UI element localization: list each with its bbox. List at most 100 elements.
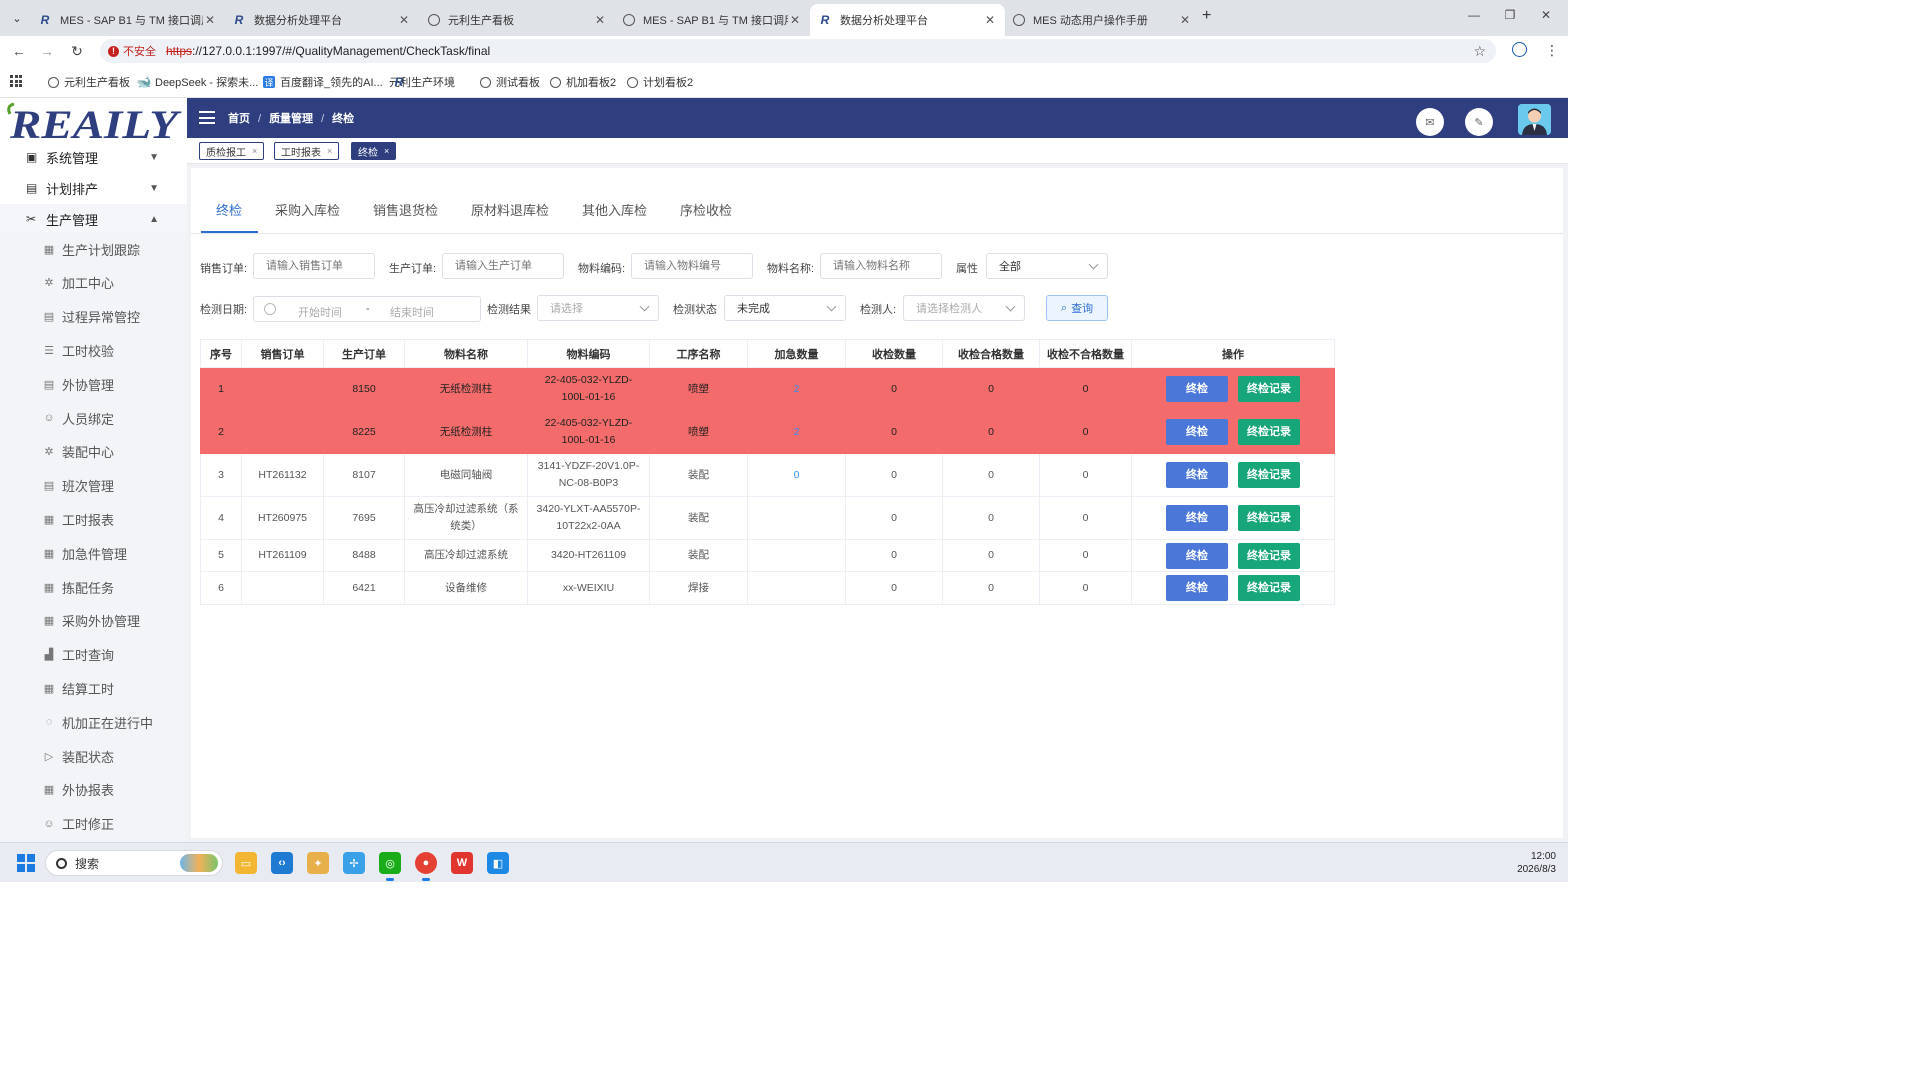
bookmark-item[interactable]: R 元利生产环境: [389, 74, 455, 90]
inspection-record-button[interactable]: 终检记录: [1238, 419, 1300, 445]
browser-tab[interactable]: R 数据分析处理平台 ✕: [224, 4, 419, 36]
sidebar-item[interactable]: ▦ 采购外协管理: [0, 603, 187, 638]
remote-tool-icon[interactable]: ◧: [487, 852, 509, 874]
security-indicator[interactable]: ! 不安全: [108, 43, 156, 59]
bookmark-item[interactable]: 测试看板: [480, 74, 540, 90]
attribute-select[interactable]: 全部: [986, 253, 1108, 279]
final-inspect-button[interactable]: 终检: [1166, 542, 1228, 569]
sidebar-item[interactable]: ◌ 机加正在进行中: [0, 705, 187, 740]
close-icon[interactable]: ×: [327, 146, 332, 156]
close-tab-icon[interactable]: ✕: [203, 13, 217, 27]
windows-start-icon[interactable]: [17, 854, 35, 872]
bookmark-item[interactable]: 机加看板2: [550, 74, 616, 90]
vscode-icon[interactable]: ‹›: [271, 852, 293, 874]
sales-order-input[interactable]: [253, 253, 375, 279]
wps-icon[interactable]: W: [451, 852, 473, 874]
sidebar-item[interactable]: ▦ 拣配任务: [0, 570, 187, 604]
taskbar-search[interactable]: 搜索: [45, 850, 223, 876]
final-inspect-button[interactable]: 终检: [1166, 419, 1228, 445]
minimize-icon[interactable]: —: [1464, 8, 1484, 22]
sidebar-item[interactable]: ▦ 加急件管理: [0, 536, 187, 571]
final-inspect-button[interactable]: 终检: [1166, 575, 1228, 601]
edit-icon[interactable]: ✎: [1465, 108, 1493, 136]
material-code-input[interactable]: [631, 253, 753, 279]
mail-icon[interactable]: ✉: [1416, 108, 1444, 136]
close-tab-icon[interactable]: ✕: [788, 13, 802, 27]
sidebar-item[interactable]: ▷ 装配状态: [0, 739, 187, 773]
back-icon[interactable]: ←: [10, 42, 28, 60]
browser-tab[interactable]: R MES - SAP B1 与 TM 接口调用 ✕: [30, 4, 225, 36]
wechat-icon[interactable]: ◎: [379, 852, 401, 881]
close-tab-icon[interactable]: ✕: [593, 13, 607, 27]
hamburger-menu-icon[interactable]: [199, 111, 215, 124]
inspection-record-button[interactable]: 终检记录: [1238, 542, 1300, 569]
breadcrumb-home[interactable]: 首页: [228, 113, 250, 125]
urgent-qty-link[interactable]: 2: [794, 383, 800, 395]
sidebar-item[interactable]: ☺ 人员绑定: [0, 401, 187, 435]
browser-tab[interactable]: MES - SAP B1 与 TM 接口调用 ✕: [615, 4, 810, 36]
file-explorer-icon[interactable]: ▭: [235, 852, 257, 874]
search-button[interactable]: ⌕ 查询: [1046, 295, 1108, 321]
close-window-icon[interactable]: ✕: [1536, 8, 1556, 22]
tag-hour-report[interactable]: 工时报表 ×: [274, 142, 340, 160]
end-date-placeholder[interactable]: 结束时间: [390, 304, 434, 320]
tab-purchase-inspection[interactable]: 采购入库检: [275, 200, 340, 220]
material-name-input[interactable]: [820, 253, 942, 279]
sidebar-item[interactable]: ▟ 工时查询: [0, 637, 187, 672]
inspection-record-button[interactable]: 终检记录: [1238, 462, 1300, 488]
start-date-placeholder[interactable]: 开始时间: [298, 304, 342, 320]
browser-tab[interactable]: 元利生产看板 ✕: [420, 4, 615, 36]
status-select[interactable]: 未完成: [724, 295, 846, 321]
urgent-qty-link[interactable]: 2: [794, 426, 800, 438]
breadcrumb-quality[interactable]: 质量管理: [269, 113, 313, 125]
final-inspect-button[interactable]: 终检: [1166, 462, 1228, 488]
close-tab-icon[interactable]: ✕: [397, 13, 411, 27]
bookmark-star-icon[interactable]: ☆: [1473, 43, 1486, 60]
sidebar-item[interactable]: ▤ 班次管理: [0, 468, 187, 503]
sidebar-item[interactable]: ✲ 加工中心: [0, 265, 187, 300]
system-clock[interactable]: 12:00 2026/8/3: [1517, 850, 1556, 876]
app-icon[interactable]: ✢: [343, 852, 365, 874]
browser-menu-icon[interactable]: ⋮: [1545, 42, 1559, 59]
inspector-select[interactable]: 请选择检测人: [903, 295, 1025, 321]
restore-icon[interactable]: ❐: [1500, 8, 1520, 22]
tab-raw-material-return-inspection[interactable]: 原材料退库检: [471, 200, 549, 220]
production-order-input[interactable]: [442, 253, 564, 279]
chrome-icon[interactable]: ●: [415, 852, 437, 881]
sidebar-item[interactable]: ▤ 外协管理: [0, 367, 187, 402]
url-omnibox[interactable]: ! 不安全 https://127.0.0.1:1997/#/QualityMan…: [100, 39, 1496, 63]
close-tab-icon[interactable]: ✕: [983, 13, 997, 27]
new-tab-button[interactable]: +: [1202, 7, 1220, 27]
tab-search-dropdown-icon[interactable]: ⌄: [6, 7, 28, 29]
inspection-record-button[interactable]: 终检记录: [1238, 376, 1300, 402]
browser-tab[interactable]: MES 动态用户操作手册 ✕: [1005, 4, 1200, 36]
final-inspect-button[interactable]: 终检: [1166, 376, 1228, 402]
tab-sales-return-inspection[interactable]: 销售退货检: [373, 200, 438, 220]
bookmark-item[interactable]: 译百度翻译_领先的AI...: [263, 74, 383, 90]
sidebar-item[interactable]: ▦ 工时报表: [0, 502, 187, 537]
urgent-qty-link[interactable]: 0: [794, 469, 800, 481]
reload-icon[interactable]: ↻: [68, 42, 86, 60]
forward-icon[interactable]: →: [38, 42, 56, 60]
tab-final-inspection[interactable]: 终检: [216, 200, 242, 220]
bookmark-item[interactable]: 计划看板2: [627, 74, 693, 90]
tag-final-inspection[interactable]: 终检 ×: [351, 142, 397, 160]
avatar[interactable]: [1518, 104, 1551, 135]
close-icon[interactable]: ×: [252, 146, 257, 156]
inspection-record-button[interactable]: 终检记录: [1238, 575, 1300, 601]
tag-quality-report[interactable]: 质检报工 ×: [199, 142, 265, 160]
dev-tool-icon[interactable]: ✦: [307, 852, 329, 874]
url-text[interactable]: https://127.0.0.1:1997/#/QualityManageme…: [166, 44, 490, 58]
sidebar-item[interactable]: ▦ 外协报表: [0, 772, 187, 807]
sidebar-menu[interactable]: ✂ 生产管理 ▲: [0, 204, 187, 234]
sidebar-item[interactable]: ▦ 生产计划跟踪: [0, 232, 187, 266]
profile-icon[interactable]: [1512, 42, 1527, 57]
close-icon[interactable]: ×: [384, 146, 389, 156]
result-select[interactable]: 请选择: [537, 295, 659, 321]
sidebar-item[interactable]: ☺ 工时修正: [0, 806, 187, 841]
bookmark-item[interactable]: 🐋 DeepSeek - 探索未...: [137, 74, 259, 90]
bookmark-item[interactable]: 元利生产看板: [48, 74, 130, 90]
apps-grid-icon[interactable]: [10, 75, 22, 87]
date-range-picker[interactable]: 开始时间 - 结束时间: [253, 296, 481, 322]
final-inspect-button[interactable]: 终检: [1166, 505, 1228, 531]
